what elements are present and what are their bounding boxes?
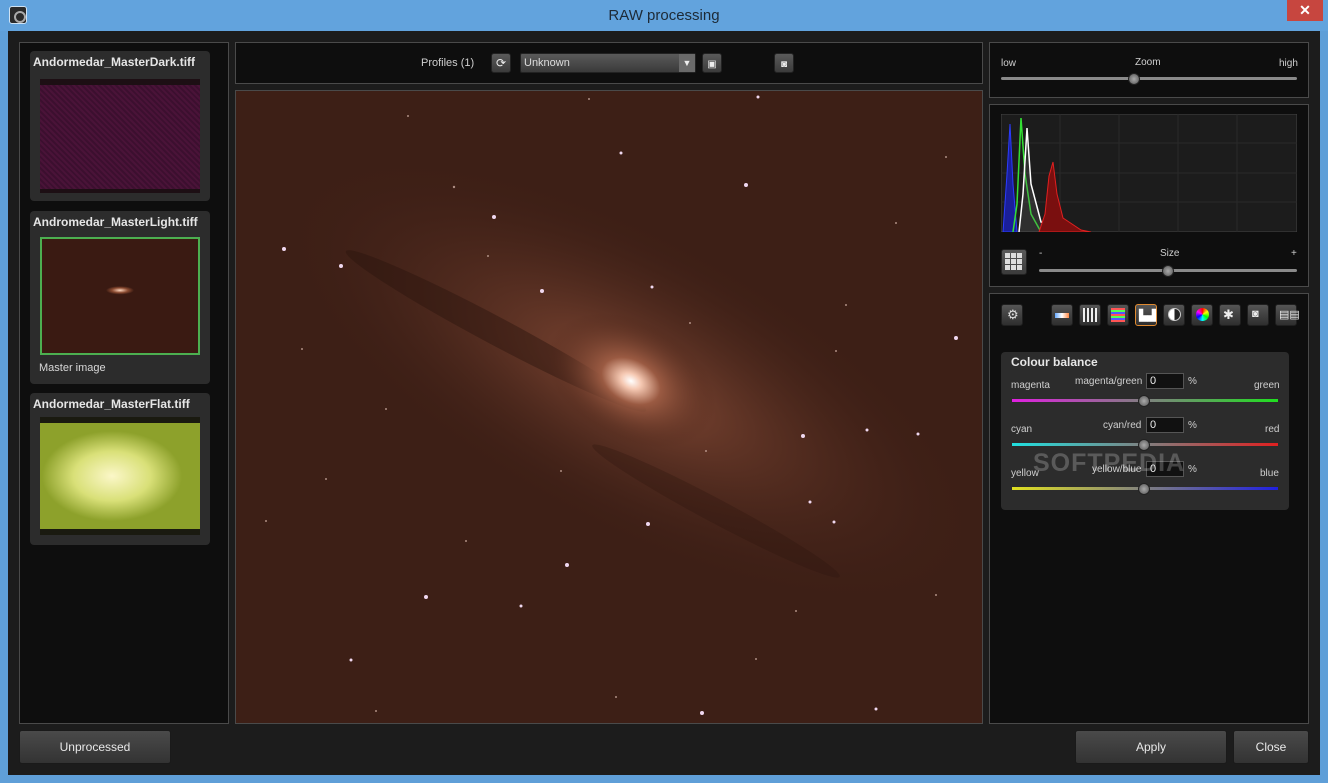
contrast-tool-button[interactable] [1163, 304, 1185, 326]
thumbnail-image-flat [40, 417, 200, 535]
refresh-icon: ⟳ [495, 56, 507, 70]
profile-toolbar: Profiles (1) ⟳ Unknown ▼ ▣ ◙ [235, 42, 983, 84]
histogram-grid-button[interactable] [1001, 249, 1027, 275]
lines-icon [1111, 308, 1125, 322]
thumbnail-flat[interactable]: Andormedar_MasterFlat.tiff [30, 393, 210, 545]
export-tool-button[interactable]: ▤▤ [1275, 304, 1300, 326]
apply-button[interactable]: Apply [1075, 730, 1227, 764]
zoom-low-label: low [1001, 58, 1017, 69]
title-bar: RAW processing ✕ [0, 0, 1328, 31]
contrast-icon [1168, 308, 1181, 321]
cyan-red-input[interactable]: 0 [1146, 417, 1184, 433]
palette-tool-button[interactable]: ✱ [1219, 304, 1241, 326]
settings-button[interactable]: ⚙ [1001, 304, 1023, 326]
snapshot-button[interactable]: ◙ [774, 53, 794, 73]
thumbnail-image-light [40, 237, 200, 355]
magenta-green-slider-knob[interactable] [1138, 395, 1150, 407]
cyan-label: cyan [1011, 424, 1033, 435]
size-slider-knob[interactable] [1162, 265, 1174, 277]
size-plus-label: + [1291, 248, 1297, 259]
gear-icon: ⚙ [1007, 307, 1019, 322]
magenta-green-label: magenta/green [1075, 376, 1143, 387]
blue-label: blue [1260, 468, 1279, 479]
gradient-tool-button[interactable] [1051, 304, 1073, 326]
gradient-icon [1055, 313, 1069, 318]
noise-tool-button[interactable] [1079, 304, 1101, 326]
app-window: RAW processing ✕ Andormedar_MasterDark.t… [0, 0, 1328, 783]
noise-icon [1083, 308, 1097, 322]
preview-canvas [236, 91, 982, 723]
histogram-chart [1001, 114, 1297, 232]
camera-icon: ◙ [780, 59, 788, 70]
grid-icon [1005, 253, 1022, 270]
histogram-tool-button[interactable]: ▙▟ [1135, 304, 1157, 326]
histogram-icon: ▙▟ [1139, 310, 1156, 322]
zoom-high-label: high [1279, 58, 1298, 69]
camera-tool-button[interactable]: ◙ [1247, 304, 1269, 326]
save-icon: ▣ [707, 59, 717, 70]
thumbnail-title: Andormedar_MasterFlat.tiff [33, 397, 190, 411]
palette-icon: ✱ [1223, 307, 1234, 322]
save-profile-button[interactable]: ▣ [702, 53, 722, 73]
zoom-slider-knob[interactable] [1128, 73, 1141, 85]
window-title: RAW processing [608, 7, 720, 24]
histogram-panel: - Size + [989, 104, 1309, 287]
refresh-profiles-button[interactable]: ⟳ [491, 53, 511, 73]
colour-balance-group: Colour balance magenta magenta/green 0 %… [1001, 352, 1289, 510]
curves-tool-button[interactable] [1107, 304, 1129, 326]
chevron-down-icon[interactable]: ▼ [679, 54, 695, 72]
percent-label: % [1188, 420, 1197, 431]
thumbnail-dark[interactable]: Andormedar_MasterDark.tiff [30, 51, 210, 201]
colour-wheel-icon [1196, 308, 1209, 321]
cyan-red-label: cyan/red [1103, 420, 1142, 431]
close-button[interactable]: Close [1233, 730, 1309, 764]
camera-icon: ◙ [1252, 308, 1259, 320]
thumbnail-light[interactable]: Andromedar_MasterLight.tiff Master image [30, 211, 210, 384]
percent-label: % [1188, 376, 1197, 387]
zoom-slider-track[interactable] [1001, 77, 1297, 80]
profile-select-value: Unknown [524, 57, 570, 69]
thumbnail-caption: Master image [39, 362, 106, 374]
thumbnail-panel: Andormedar_MasterDark.tiff Andromedar_Ma… [19, 42, 229, 724]
red-label: red [1265, 424, 1280, 435]
zoom-title: Zoom [1135, 57, 1161, 68]
stack-icon: ▤▤ [1279, 309, 1300, 321]
zoom-panel: low Zoom high [989, 42, 1309, 98]
magenta-label: magenta [1011, 380, 1050, 391]
tools-panel: ⚙ ▙▟ ✱ ◙ ▤▤ Colour balance magenta magen… [989, 293, 1309, 724]
yellow-blue-slider-knob[interactable] [1138, 483, 1150, 495]
image-preview[interactable] [235, 90, 983, 724]
softpedia-watermark: SOFTPEDIA [1033, 449, 1186, 477]
client-area: Andormedar_MasterDark.tiff Andromedar_Ma… [8, 31, 1320, 775]
magenta-green-input[interactable]: 0 [1146, 373, 1184, 389]
colour-balance-title: Colour balance [1011, 355, 1098, 369]
thumbnail-image-dark [40, 79, 200, 193]
profiles-label: Profiles (1) [421, 57, 475, 69]
unprocessed-button[interactable]: Unprocessed [19, 730, 171, 764]
thumbnail-title: Andromedar_MasterLight.tiff [33, 215, 198, 229]
colour-wheel-button[interactable] [1191, 304, 1213, 326]
thumbnail-title: Andormedar_MasterDark.tiff [33, 55, 196, 69]
green-label: green [1254, 380, 1280, 391]
window-close-button[interactable]: ✕ [1287, 0, 1323, 21]
size-minus-label: - [1039, 248, 1043, 259]
profile-select[interactable]: Unknown ▼ [520, 53, 696, 73]
percent-label: % [1188, 464, 1197, 475]
size-title: Size [1160, 248, 1180, 259]
